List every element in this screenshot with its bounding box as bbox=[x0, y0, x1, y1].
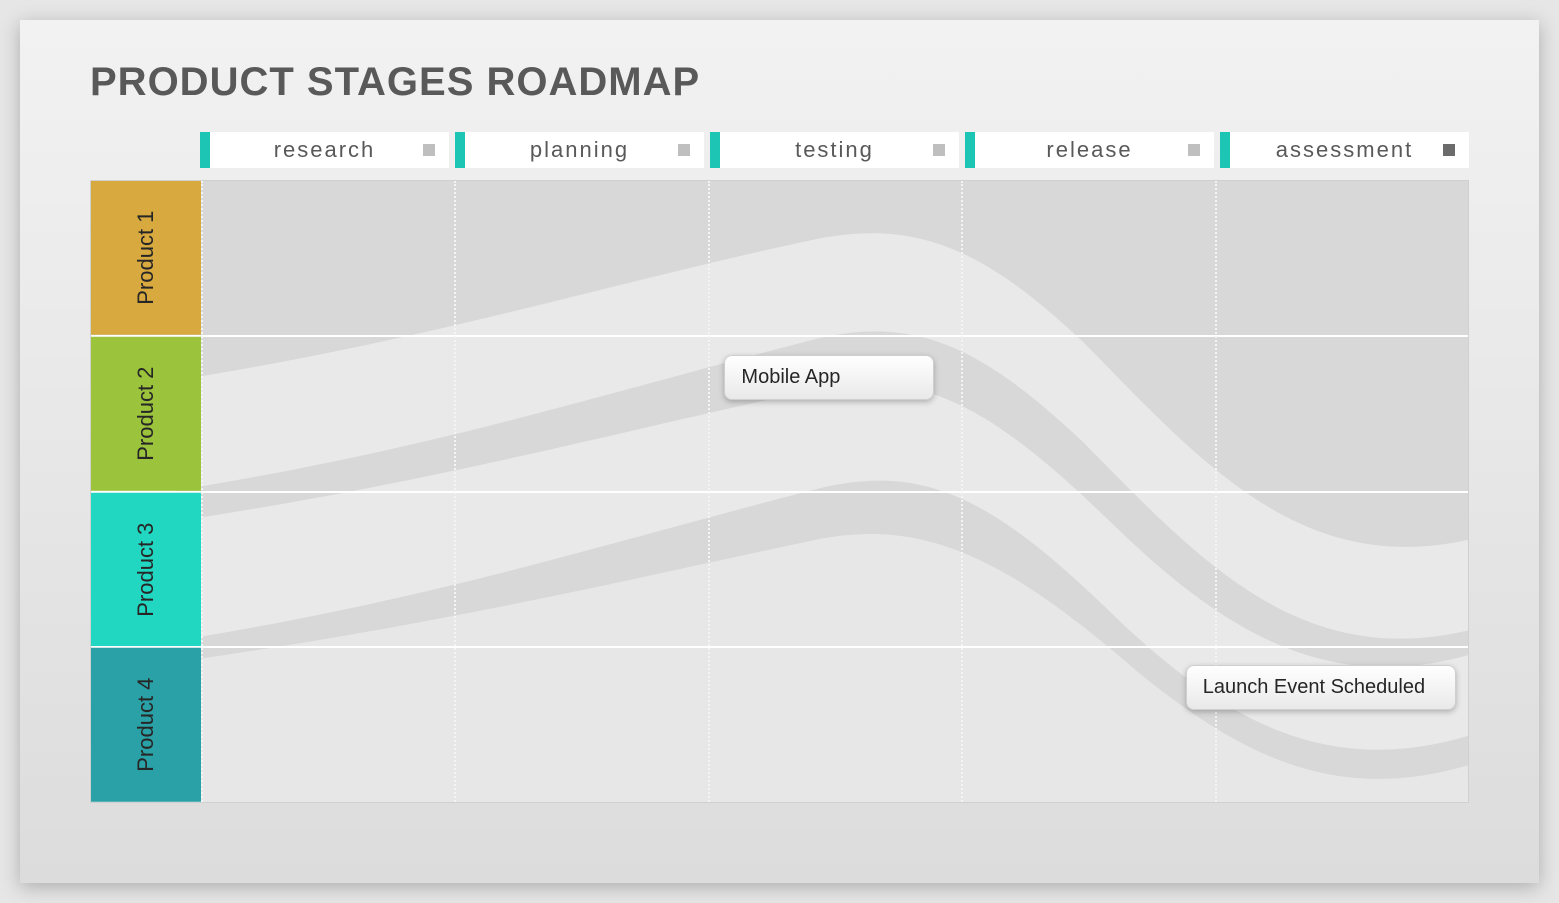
stage-label: testing bbox=[795, 137, 874, 163]
stage-assessment: assessment bbox=[1220, 132, 1469, 168]
column-separator bbox=[454, 181, 456, 802]
stage-accent bbox=[200, 132, 210, 168]
note-launch-event[interactable]: Launch Event Scheduled bbox=[1186, 665, 1456, 710]
column-separator bbox=[708, 181, 710, 802]
product-label: Product 2 bbox=[91, 337, 201, 491]
stage-label: planning bbox=[530, 137, 629, 163]
stage-header-row: research planning testing release assess bbox=[200, 132, 1469, 168]
slide: PRODUCT STAGES ROADMAP research planning… bbox=[20, 20, 1539, 883]
product-row: Product 1 bbox=[91, 181, 1468, 335]
stage-accent bbox=[1220, 132, 1230, 168]
column-separator bbox=[961, 181, 963, 802]
stage-accent bbox=[455, 132, 465, 168]
page-title: PRODUCT STAGES ROADMAP bbox=[90, 60, 1469, 105]
stage-accent bbox=[710, 132, 720, 168]
stage-accent bbox=[965, 132, 975, 168]
column-separator bbox=[201, 181, 203, 802]
stage-testing: testing bbox=[710, 132, 959, 168]
stage-marker-icon bbox=[1188, 144, 1200, 156]
stage-marker-icon bbox=[678, 144, 690, 156]
stage-label: research bbox=[274, 137, 376, 163]
roadmap-grid: Product 1 Product 2 Product 3 Product 4 … bbox=[90, 180, 1469, 803]
stage-marker-icon bbox=[933, 144, 945, 156]
product-label: Product 1 bbox=[91, 181, 201, 335]
slide-outer: PRODUCT STAGES ROADMAP research planning… bbox=[0, 0, 1559, 903]
stage-planning: planning bbox=[455, 132, 704, 168]
stage-label: assessment bbox=[1276, 137, 1413, 163]
stage-label: release bbox=[1046, 137, 1132, 163]
stage-marker-icon bbox=[1443, 144, 1455, 156]
stage-release: release bbox=[965, 132, 1214, 168]
product-label: Product 4 bbox=[91, 648, 201, 802]
product-row: Product 3 bbox=[91, 491, 1468, 647]
note-mobile-app[interactable]: Mobile App bbox=[724, 355, 934, 400]
stage-marker-icon bbox=[423, 144, 435, 156]
stage-research: research bbox=[200, 132, 449, 168]
product-label: Product 3 bbox=[91, 493, 201, 647]
